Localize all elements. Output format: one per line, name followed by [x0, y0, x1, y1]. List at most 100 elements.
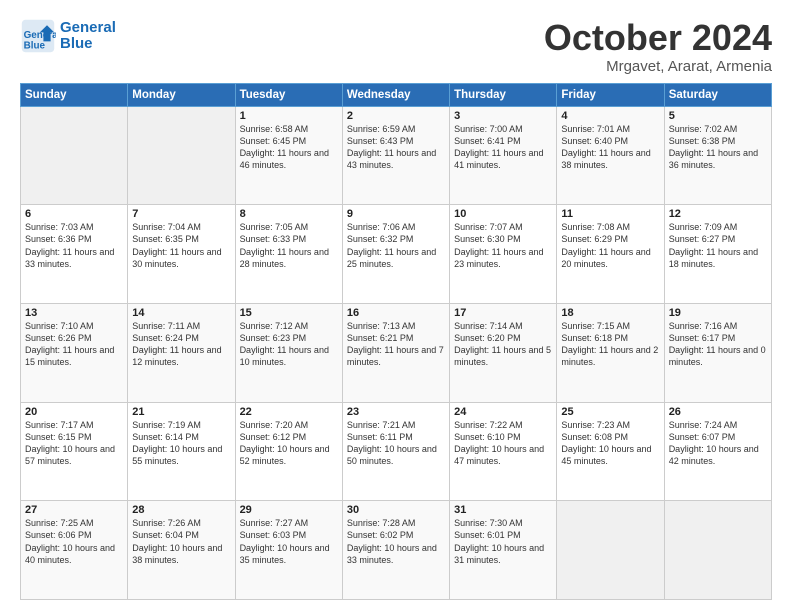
day-info: Sunrise: 7:24 AM Sunset: 6:07 PM Dayligh… — [669, 419, 767, 468]
calendar-cell: 21Sunrise: 7:19 AM Sunset: 6:14 PM Dayli… — [128, 402, 235, 501]
day-info: Sunrise: 7:22 AM Sunset: 6:10 PM Dayligh… — [454, 419, 552, 468]
weekday-header-saturday: Saturday — [664, 83, 771, 106]
calendar-cell: 9Sunrise: 7:06 AM Sunset: 6:32 PM Daylig… — [342, 205, 449, 304]
day-info: Sunrise: 7:21 AM Sunset: 6:11 PM Dayligh… — [347, 419, 445, 468]
day-info: Sunrise: 6:59 AM Sunset: 6:43 PM Dayligh… — [347, 123, 445, 172]
weekday-header-tuesday: Tuesday — [235, 83, 342, 106]
day-info: Sunrise: 7:11 AM Sunset: 6:24 PM Dayligh… — [132, 320, 230, 369]
day-number: 25 — [561, 406, 659, 418]
calendar-cell: 3Sunrise: 7:00 AM Sunset: 6:41 PM Daylig… — [450, 106, 557, 205]
day-info: Sunrise: 7:07 AM Sunset: 6:30 PM Dayligh… — [454, 221, 552, 270]
day-info: Sunrise: 7:05 AM Sunset: 6:33 PM Dayligh… — [240, 221, 338, 270]
calendar-cell: 20Sunrise: 7:17 AM Sunset: 6:15 PM Dayli… — [21, 402, 128, 501]
calendar-cell: 11Sunrise: 7:08 AM Sunset: 6:29 PM Dayli… — [557, 205, 664, 304]
day-info: Sunrise: 7:03 AM Sunset: 6:36 PM Dayligh… — [25, 221, 123, 270]
calendar-cell: 8Sunrise: 7:05 AM Sunset: 6:33 PM Daylig… — [235, 205, 342, 304]
calendar-week-5: 27Sunrise: 7:25 AM Sunset: 6:06 PM Dayli… — [21, 501, 772, 600]
day-number: 24 — [454, 406, 552, 418]
day-number: 29 — [240, 504, 338, 516]
calendar-cell: 22Sunrise: 7:20 AM Sunset: 6:12 PM Dayli… — [235, 402, 342, 501]
day-info: Sunrise: 7:06 AM Sunset: 6:32 PM Dayligh… — [347, 221, 445, 270]
day-info: Sunrise: 7:28 AM Sunset: 6:02 PM Dayligh… — [347, 517, 445, 566]
day-number: 15 — [240, 307, 338, 319]
day-info: Sunrise: 7:00 AM Sunset: 6:41 PM Dayligh… — [454, 123, 552, 172]
calendar-week-2: 6Sunrise: 7:03 AM Sunset: 6:36 PM Daylig… — [21, 205, 772, 304]
day-info: Sunrise: 7:10 AM Sunset: 6:26 PM Dayligh… — [25, 320, 123, 369]
calendar-cell — [557, 501, 664, 600]
calendar-cell: 10Sunrise: 7:07 AM Sunset: 6:30 PM Dayli… — [450, 205, 557, 304]
weekday-header-thursday: Thursday — [450, 83, 557, 106]
calendar-cell: 23Sunrise: 7:21 AM Sunset: 6:11 PM Dayli… — [342, 402, 449, 501]
calendar-cell: 17Sunrise: 7:14 AM Sunset: 6:20 PM Dayli… — [450, 303, 557, 402]
calendar-week-1: 1Sunrise: 6:58 AM Sunset: 6:45 PM Daylig… — [21, 106, 772, 205]
day-number: 4 — [561, 110, 659, 122]
day-info: Sunrise: 7:20 AM Sunset: 6:12 PM Dayligh… — [240, 419, 338, 468]
day-info: Sunrise: 7:09 AM Sunset: 6:27 PM Dayligh… — [669, 221, 767, 270]
day-number: 9 — [347, 208, 445, 220]
day-number: 6 — [25, 208, 123, 220]
day-number: 13 — [25, 307, 123, 319]
calendar-cell: 2Sunrise: 6:59 AM Sunset: 6:43 PM Daylig… — [342, 106, 449, 205]
calendar-cell: 28Sunrise: 7:26 AM Sunset: 6:04 PM Dayli… — [128, 501, 235, 600]
day-info: Sunrise: 7:23 AM Sunset: 6:08 PM Dayligh… — [561, 419, 659, 468]
logo: General Blue General Blue — [20, 18, 116, 54]
calendar-cell: 4Sunrise: 7:01 AM Sunset: 6:40 PM Daylig… — [557, 106, 664, 205]
day-number: 3 — [454, 110, 552, 122]
day-info: Sunrise: 7:19 AM Sunset: 6:14 PM Dayligh… — [132, 419, 230, 468]
day-number: 26 — [669, 406, 767, 418]
calendar-cell: 12Sunrise: 7:09 AM Sunset: 6:27 PM Dayli… — [664, 205, 771, 304]
day-number: 7 — [132, 208, 230, 220]
weekday-header-row: SundayMondayTuesdayWednesdayThursdayFrid… — [21, 83, 772, 106]
calendar-week-3: 13Sunrise: 7:10 AM Sunset: 6:26 PM Dayli… — [21, 303, 772, 402]
day-info: Sunrise: 7:27 AM Sunset: 6:03 PM Dayligh… — [240, 517, 338, 566]
day-info: Sunrise: 7:25 AM Sunset: 6:06 PM Dayligh… — [25, 517, 123, 566]
calendar-cell: 14Sunrise: 7:11 AM Sunset: 6:24 PM Dayli… — [128, 303, 235, 402]
calendar-cell: 6Sunrise: 7:03 AM Sunset: 6:36 PM Daylig… — [21, 205, 128, 304]
day-number: 27 — [25, 504, 123, 516]
logo-general: General — [60, 19, 116, 36]
day-number: 19 — [669, 307, 767, 319]
calendar-cell: 19Sunrise: 7:16 AM Sunset: 6:17 PM Dayli… — [664, 303, 771, 402]
day-info: Sunrise: 7:01 AM Sunset: 6:40 PM Dayligh… — [561, 123, 659, 172]
calendar-cell: 29Sunrise: 7:27 AM Sunset: 6:03 PM Dayli… — [235, 501, 342, 600]
day-number: 18 — [561, 307, 659, 319]
calendar-cell: 1Sunrise: 6:58 AM Sunset: 6:45 PM Daylig… — [235, 106, 342, 205]
calendar-cell: 13Sunrise: 7:10 AM Sunset: 6:26 PM Dayli… — [21, 303, 128, 402]
day-info: Sunrise: 7:30 AM Sunset: 6:01 PM Dayligh… — [454, 517, 552, 566]
weekday-header-monday: Monday — [128, 83, 235, 106]
calendar-cell: 7Sunrise: 7:04 AM Sunset: 6:35 PM Daylig… — [128, 205, 235, 304]
day-info: Sunrise: 6:58 AM Sunset: 6:45 PM Dayligh… — [240, 123, 338, 172]
day-number: 21 — [132, 406, 230, 418]
day-number: 11 — [561, 208, 659, 220]
svg-text:Blue: Blue — [24, 41, 46, 52]
calendar-cell — [21, 106, 128, 205]
calendar-cell: 27Sunrise: 7:25 AM Sunset: 6:06 PM Dayli… — [21, 501, 128, 600]
calendar-cell: 5Sunrise: 7:02 AM Sunset: 6:38 PM Daylig… — [664, 106, 771, 205]
calendar-cell: 15Sunrise: 7:12 AM Sunset: 6:23 PM Dayli… — [235, 303, 342, 402]
day-number: 8 — [240, 208, 338, 220]
weekday-header-friday: Friday — [557, 83, 664, 106]
day-number: 17 — [454, 307, 552, 319]
calendar-cell: 16Sunrise: 7:13 AM Sunset: 6:21 PM Dayli… — [342, 303, 449, 402]
weekday-header-wednesday: Wednesday — [342, 83, 449, 106]
calendar-cell — [664, 501, 771, 600]
weekday-header-sunday: Sunday — [21, 83, 128, 106]
day-number: 12 — [669, 208, 767, 220]
calendar-cell: 30Sunrise: 7:28 AM Sunset: 6:02 PM Dayli… — [342, 501, 449, 600]
day-number: 20 — [25, 406, 123, 418]
day-info: Sunrise: 7:12 AM Sunset: 6:23 PM Dayligh… — [240, 320, 338, 369]
day-number: 31 — [454, 504, 552, 516]
calendar-cell: 26Sunrise: 7:24 AM Sunset: 6:07 PM Dayli… — [664, 402, 771, 501]
header: General Blue General Blue October 2024 M… — [20, 18, 772, 75]
day-info: Sunrise: 7:15 AM Sunset: 6:18 PM Dayligh… — [561, 320, 659, 369]
calendar-cell: 25Sunrise: 7:23 AM Sunset: 6:08 PM Dayli… — [557, 402, 664, 501]
title-block: October 2024 Mrgavet, Ararat, Armenia — [544, 18, 772, 75]
calendar-cell: 18Sunrise: 7:15 AM Sunset: 6:18 PM Dayli… — [557, 303, 664, 402]
day-number: 1 — [240, 110, 338, 122]
day-info: Sunrise: 7:13 AM Sunset: 6:21 PM Dayligh… — [347, 320, 445, 369]
day-info: Sunrise: 7:08 AM Sunset: 6:29 PM Dayligh… — [561, 221, 659, 270]
logo-blue: Blue — [60, 35, 93, 52]
month-title: October 2024 — [544, 18, 772, 58]
day-number: 16 — [347, 307, 445, 319]
day-number: 14 — [132, 307, 230, 319]
